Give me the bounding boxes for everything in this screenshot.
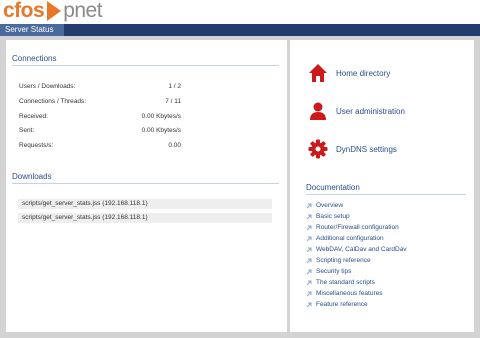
- doc-link-label: Security tips: [316, 268, 352, 275]
- doc-link-additional-config[interactable]: Additional configuration: [306, 234, 384, 244]
- stat-label: Received:: [19, 113, 48, 120]
- doc-link-security[interactable]: Security tips: [306, 267, 351, 277]
- stat-label: Connections / Threads:: [19, 98, 87, 105]
- status-panel: Connections Users / Downloads: 1 / 2 Con…: [6, 40, 287, 332]
- doc-link-icon: [306, 291, 312, 297]
- nav-bar: Server Status: [0, 24, 480, 36]
- doc-link-router-firewall[interactable]: Router/Firewall configuration: [306, 223, 399, 233]
- dyndns-settings-link[interactable]: DynDNS settings: [308, 138, 397, 160]
- doc-link-icon: [306, 302, 312, 308]
- doc-link-label: Additional configuration: [316, 235, 384, 242]
- doc-link-icon: [306, 225, 312, 231]
- connections-heading: Connections: [12, 53, 279, 66]
- actions-panel: Home directory User administration DynDN…: [290, 40, 474, 332]
- doc-link-label: Router/Firewall configuration: [316, 224, 399, 231]
- user-administration-link[interactable]: User administration: [308, 100, 405, 122]
- doc-link-icon: [306, 214, 312, 220]
- stat-row: Sent: 0.00 Kbytes/s: [19, 126, 181, 136]
- stat-label: Sent:: [19, 127, 35, 134]
- doc-link-icon: [306, 280, 312, 286]
- user-administration-label: User administration: [336, 106, 405, 116]
- cfos-pnet-logo[interactable]: cfos pnet: [3, 0, 103, 22]
- doc-link-misc-features[interactable]: Miscellaneous features: [306, 289, 382, 299]
- stat-value: 1 / 2: [168, 83, 181, 90]
- user-icon: [310, 102, 326, 120]
- logo-text-pnet: pnet: [63, 0, 103, 22]
- stat-row: Users / Downloads: 1 / 2: [19, 82, 181, 92]
- doc-link-label: The standard scripts: [316, 279, 375, 286]
- stat-row: Connections / Threads: 7 / 11: [19, 97, 181, 107]
- tab-server-status[interactable]: Server Status: [0, 24, 64, 36]
- doc-link-icon: [306, 203, 312, 209]
- doc-link-label: WebDAV, CalDav and CardDav: [316, 246, 407, 253]
- doc-link-label: Basic setup: [316, 213, 350, 220]
- doc-link-standard-scripts[interactable]: The standard scripts: [306, 278, 375, 288]
- stat-value: 0.00 Kbytes/s: [141, 113, 181, 120]
- doc-link-basic-setup[interactable]: Basic setup: [306, 212, 350, 222]
- doc-link-label: Scripting reference: [316, 257, 371, 264]
- doc-link-overview[interactable]: Overview: [306, 201, 343, 211]
- doc-link-label: Feature reference: [316, 301, 368, 308]
- logo-text-cfos: cfos: [3, 0, 45, 22]
- stat-value: 0.00: [168, 142, 181, 149]
- home-directory-link[interactable]: Home directory: [308, 62, 390, 84]
- gear-icon: [308, 139, 328, 159]
- doc-link-icon: [306, 247, 312, 253]
- dyndns-settings-label: DynDNS settings: [336, 144, 397, 154]
- download-row: scripts/get_server_stats.jss (192.168.11…: [18, 199, 272, 209]
- doc-link-label: Miscellaneous features: [316, 290, 383, 297]
- stat-label: Requests/s:: [19, 142, 54, 149]
- doc-link-icon: [306, 258, 312, 264]
- download-row: scripts/get_server_stats.jss (192.168.11…: [18, 213, 272, 223]
- doc-link-icon: [306, 269, 312, 275]
- home-directory-label: Home directory: [336, 68, 391, 78]
- doc-link-feature-reference[interactable]: Feature reference: [306, 300, 368, 310]
- stat-label: Users / Downloads:: [19, 83, 76, 90]
- stat-value: 7 / 11: [165, 98, 181, 105]
- doc-link-label: Overview: [316, 202, 344, 209]
- stat-value: 0.00 Kbytes/s: [141, 127, 181, 134]
- downloads-heading: Downloads: [12, 171, 279, 184]
- doc-link-webdav[interactable]: WebDAV, CalDav and CardDav: [306, 245, 407, 255]
- documentation-heading: Documentation: [306, 182, 466, 195]
- stat-row: Received: 0.00 Kbytes/s: [19, 112, 181, 122]
- app-header: cfos pnet: [0, 0, 480, 24]
- doc-link-icon: [306, 236, 312, 242]
- doc-link-scripting[interactable]: Scripting reference: [306, 256, 371, 266]
- stat-row: Requests/s: 0.00: [19, 141, 181, 151]
- home-icon: [309, 64, 327, 82]
- logo-arrow-icon: [47, 1, 62, 21]
